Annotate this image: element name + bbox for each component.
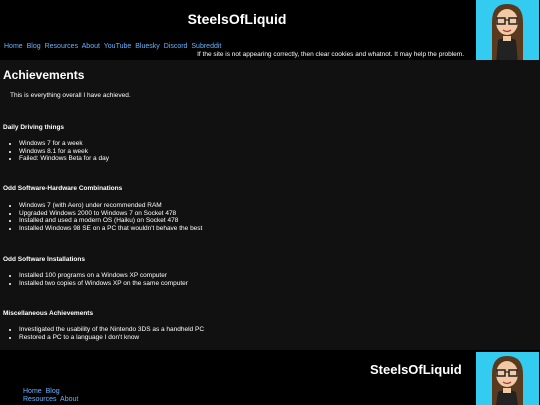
site-title: SteelsOfLiquid [187, 11, 287, 27]
footer-link-blog[interactable]: Blog [46, 388, 60, 395]
list-item: Windows 7 (with Aero) under recommended … [19, 202, 202, 210]
list-item: Installed Windows 98 SE on a PC that wou… [19, 225, 202, 233]
avatar [476, 0, 539, 64]
list-item: Installed 100 programs on a Windows XP c… [19, 272, 188, 280]
nav-link-resources[interactable]: Resources [45, 43, 78, 50]
footer-avatar [476, 352, 539, 405]
nav-link-discord[interactable]: Discord [164, 43, 188, 50]
site-footer: SteelsOfLiquid Home Blog Resources About [0, 350, 540, 405]
list-item: Failed: Windows Beta for a day [19, 155, 109, 163]
nav-link-home[interactable]: Home [4, 43, 23, 50]
footer-title: SteelsOfLiquid [370, 362, 462, 377]
page-title: Achievements [3, 68, 85, 82]
nav-link-blog[interactable]: Blog [27, 43, 41, 50]
list-item: Installed and used a modern OS (Haiku) o… [19, 217, 202, 225]
page-intro: This is everything overall I have achiev… [10, 92, 131, 99]
section-heading-odd-combinations: Odd Software-Hardware Combinations [3, 185, 123, 192]
list-item: Upgraded Windows 2000 to Windows 7 on So… [19, 210, 202, 218]
nav-link-bluesky[interactable]: Bluesky [135, 43, 160, 50]
nav-link-about[interactable]: About [82, 43, 100, 50]
list-item: Windows 8.1 for a week [19, 148, 109, 156]
section-list-miscellaneous: Investigated the usability of the Ninten… [19, 326, 204, 341]
footer-link-home[interactable]: Home [23, 388, 42, 395]
section-list-odd-combinations: Windows 7 (with Aero) under recommended … [19, 202, 202, 232]
section-heading-miscellaneous: Miscellaneous Achievements [3, 310, 94, 317]
section-heading-odd-installations: Odd Software Installations [3, 256, 85, 263]
nav-bar: Home Blog Resources About YouTube Bluesk… [0, 42, 474, 59]
list-item: Restored a PC to a language I don't know [19, 334, 204, 342]
list-item: Windows 7 for a week [19, 140, 109, 148]
section-list-odd-installations: Installed 100 programs on a Windows XP c… [19, 272, 188, 287]
list-item: Investigated the usability of the Ninten… [19, 326, 204, 334]
footer-link-about[interactable]: About [60, 396, 78, 403]
list-item: Installed two copies of Windows XP on th… [19, 280, 188, 288]
site-header: SteelsOfLiquid [0, 0, 540, 42]
cookie-notice: If the site is not appearing correctly, … [197, 51, 464, 58]
nav-link-youtube[interactable]: YouTube [104, 43, 132, 50]
main-content: Achievements This is everything overall … [0, 60, 540, 350]
nav-links: Home Blog Resources About YouTube Bluesk… [4, 43, 223, 50]
section-list-daily-driving: Windows 7 for a week Windows 8.1 for a w… [19, 140, 109, 163]
footer-link-resources[interactable]: Resources [23, 396, 56, 403]
section-heading-daily-driving: Daily Driving things [3, 124, 65, 131]
nav-link-subreddit[interactable]: Subreddit [191, 43, 221, 50]
footer-links: Home Blog Resources About [23, 388, 80, 404]
